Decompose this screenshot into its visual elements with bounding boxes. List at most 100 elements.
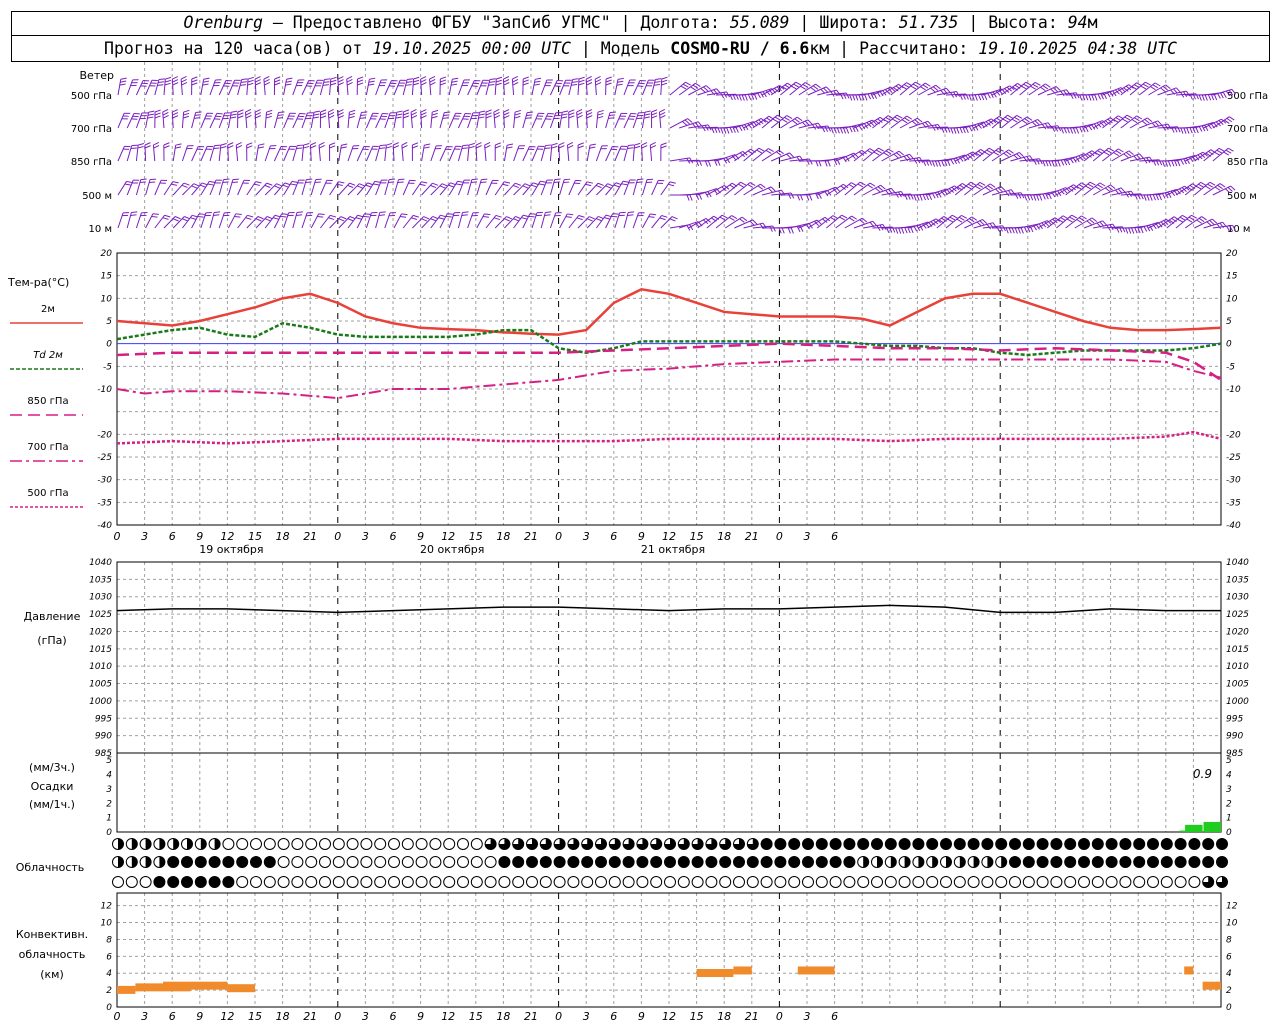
wind-barb-flag bbox=[717, 159, 721, 166]
wind-barb-flag bbox=[420, 82, 427, 86]
wind-barb-flag bbox=[163, 142, 170, 146]
temp-ytick-right: -35 bbox=[1226, 498, 1241, 508]
wind-barb-staff bbox=[513, 112, 516, 129]
cloud-circle-fill bbox=[926, 838, 938, 850]
conv-x-tick-label: 18 bbox=[276, 1010, 290, 1023]
wind-barb-icon bbox=[614, 77, 624, 96]
wind-barb-flag bbox=[1195, 127, 1199, 134]
wind-barb-icon bbox=[641, 142, 648, 162]
wind-barb-staff bbox=[531, 212, 538, 229]
wind-barb-flag bbox=[346, 81, 353, 86]
wind-barb-flag bbox=[162, 217, 169, 220]
wind-barb-flag bbox=[163, 145, 170, 149]
wind-barb-flag bbox=[576, 217, 583, 221]
wind-level-label-right: 500 гПа bbox=[1227, 91, 1268, 102]
cloud-cover-circle-icon bbox=[581, 856, 594, 868]
cloud-cover-circle-icon bbox=[346, 856, 359, 868]
wind-barb-staff bbox=[467, 179, 473, 196]
wind-barb-flag bbox=[274, 82, 281, 86]
precip-ytick-right: 0 bbox=[1226, 828, 1232, 838]
cloud-cover-circle-icon bbox=[1009, 876, 1021, 888]
wind-barb-flag bbox=[654, 81, 661, 83]
conv-x-tick-label: 15 bbox=[690, 1010, 704, 1023]
wind-barb-icon bbox=[780, 194, 804, 201]
wind-barb-flag bbox=[1177, 160, 1181, 167]
wind-barb-flag bbox=[641, 142, 648, 146]
wind-barb-flag bbox=[951, 214, 958, 219]
wind-barb-flag bbox=[875, 149, 882, 154]
wind-barb-flag bbox=[255, 112, 261, 116]
wind-barb-flag bbox=[912, 83, 919, 88]
wind-barb-flag bbox=[190, 217, 197, 220]
wind-barb-staff bbox=[641, 213, 651, 229]
wind-barb-flag bbox=[916, 225, 921, 232]
wind-barb-icon bbox=[329, 142, 336, 162]
wind-barb-flag bbox=[195, 111, 202, 114]
wind-barb-icon bbox=[559, 213, 574, 229]
wind-barb-staff bbox=[559, 80, 567, 96]
wind-barb-staff bbox=[365, 212, 372, 229]
wind-barb-icon bbox=[191, 76, 198, 96]
wind-barb-icon bbox=[586, 215, 604, 229]
wind-barb-flag bbox=[1214, 151, 1220, 156]
wind-barb-flag bbox=[230, 113, 237, 116]
cloud-circle-fill bbox=[181, 876, 193, 888]
wind-barb-icon bbox=[200, 145, 214, 162]
cloud-circle-fill bbox=[664, 856, 676, 868]
wind-barb-flag bbox=[775, 151, 782, 156]
wind-barb-flag bbox=[827, 125, 832, 132]
cloud-circle-fill bbox=[1009, 856, 1021, 868]
wind-barb-icon bbox=[181, 109, 190, 129]
wind-barb-staff bbox=[476, 213, 485, 229]
wind-barb-flag bbox=[423, 216, 430, 220]
wind-barb-flag bbox=[213, 147, 220, 150]
wind-barb-flag bbox=[1023, 83, 1029, 88]
wind-barb-flag bbox=[347, 218, 354, 222]
cloud-circle-fill bbox=[1078, 856, 1090, 868]
precip-ytick-left: 0 bbox=[106, 828, 112, 838]
wind-barb-icon bbox=[467, 178, 478, 196]
wind-barb-flag bbox=[227, 145, 234, 149]
cloud-circle-fill bbox=[209, 856, 221, 868]
cloud-cover-circle-icon bbox=[263, 838, 276, 850]
wind-barb-flag bbox=[1146, 194, 1150, 201]
cloud-cover-circle-icon bbox=[1105, 838, 1118, 850]
cloud-circle-fill bbox=[153, 876, 165, 888]
wind-barb-flag bbox=[867, 150, 873, 154]
wind-barb-flag bbox=[493, 108, 500, 113]
wind-barb-icon bbox=[264, 109, 273, 129]
wind-barb-flag bbox=[1200, 181, 1207, 186]
cloud-circle-fill bbox=[200, 838, 207, 850]
conv-ytick-left: 10 bbox=[101, 919, 113, 929]
wind-barb-flag bbox=[330, 214, 337, 218]
wind-barb-staff bbox=[393, 179, 400, 196]
wind-barb-flag bbox=[230, 116, 237, 119]
wind-barb-flag bbox=[525, 117, 532, 119]
cloud-cover-circle-icon bbox=[429, 876, 442, 888]
cloud-cover-circle-icon bbox=[829, 876, 842, 888]
wind-barb-icon bbox=[209, 144, 221, 162]
cloud-cover-circle-icon bbox=[332, 838, 345, 850]
wind-barb-staff bbox=[117, 79, 122, 96]
wind-barb-flag bbox=[984, 186, 991, 192]
cloud-cover-circle-icon bbox=[912, 856, 925, 868]
cloud-cover-circle-icon bbox=[332, 876, 345, 888]
cloud-cover-circle-icon bbox=[774, 856, 787, 868]
wind-barb-flag bbox=[504, 181, 511, 184]
wind-barb-flag bbox=[621, 183, 628, 186]
wind-barb-staff bbox=[384, 212, 391, 229]
pressure-ytick-left: 1020 bbox=[89, 627, 112, 637]
cloud-cover-circle-icon bbox=[719, 838, 732, 850]
wind-barb-flag bbox=[1036, 194, 1040, 201]
wind-barb-icon bbox=[798, 160, 822, 167]
wind-barb-flag bbox=[512, 81, 519, 86]
wind-barb-flag bbox=[411, 111, 417, 116]
wind-barb-flag bbox=[1051, 126, 1056, 132]
wind-barb-flag bbox=[420, 109, 427, 113]
conv-bar bbox=[227, 984, 255, 993]
wind-barb-flag bbox=[1145, 81, 1151, 86]
x-tick-label: 15 bbox=[469, 530, 483, 543]
wind-barb-flag bbox=[1171, 160, 1175, 167]
wind-barb-staff bbox=[237, 79, 243, 96]
x-tick-label: 9 bbox=[417, 530, 424, 543]
